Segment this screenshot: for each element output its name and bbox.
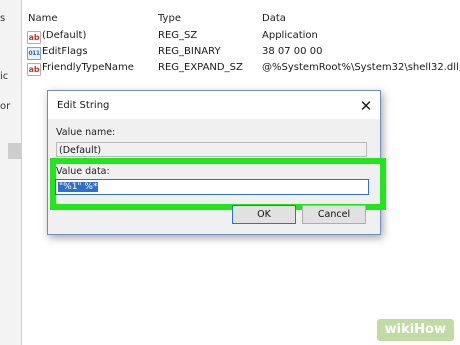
value-data: @%SystemRoot%\System32\shell32.dll,-10 (262, 62, 460, 73)
value-type: REG_BINARY (158, 46, 221, 57)
close-icon[interactable]: ✕ (356, 96, 376, 116)
column-header-data[interactable]: Data (262, 13, 286, 24)
cancel-button[interactable]: Cancel (302, 205, 366, 224)
dialog-title-bar[interactable]: Edit String ✕ (48, 91, 380, 119)
value-name-label: Value name: (56, 127, 116, 138)
value-name: (Default) (42, 30, 87, 41)
value-name: FriendlyTypeName (42, 62, 134, 73)
value-data: Application (262, 30, 318, 41)
wikihow-watermark: wikiHow (376, 319, 454, 341)
value-name: EditFlags (42, 46, 88, 57)
value-name-field: (Default) (56, 142, 367, 157)
tree-item-fragment[interactable]: or (0, 101, 10, 112)
string-value-icon: ab (27, 31, 41, 44)
column-header-type[interactable]: Type (158, 13, 181, 24)
table-row[interactable]: ab FriendlyTypeName REG_EXPAND_SZ @%Syst… (26, 62, 460, 78)
table-row[interactable]: 011 EditFlags REG_BINARY 38 07 00 00 (26, 46, 460, 62)
binary-value-icon: 011 (27, 47, 41, 60)
value-type: REG_EXPAND_SZ (158, 62, 243, 73)
dialog-title: Edit String (57, 100, 110, 111)
column-header-name[interactable]: Name (28, 13, 58, 24)
string-value-icon: ab (27, 63, 41, 76)
tree-scrollbar-thumb[interactable] (8, 143, 21, 159)
ok-button[interactable]: OK (232, 205, 296, 224)
value-type: REG_SZ (158, 30, 198, 41)
tree-item-fragment[interactable]: s (0, 13, 5, 24)
tree-item-fragment[interactable]: ic (0, 71, 8, 82)
value-data: 38 07 00 00 (262, 46, 323, 57)
value-data-input[interactable]: "%1" %* (55, 179, 369, 195)
selected-value-text: "%1" %* (58, 182, 99, 192)
table-row[interactable]: ab (Default) REG_SZ Application (26, 30, 460, 46)
value-data-label: Value data: (56, 166, 110, 177)
edit-string-dialog: Edit String ✕ Value name: (Default) Valu… (47, 90, 386, 235)
registry-tree-pane[interactable]: s ic or (0, 0, 22, 345)
